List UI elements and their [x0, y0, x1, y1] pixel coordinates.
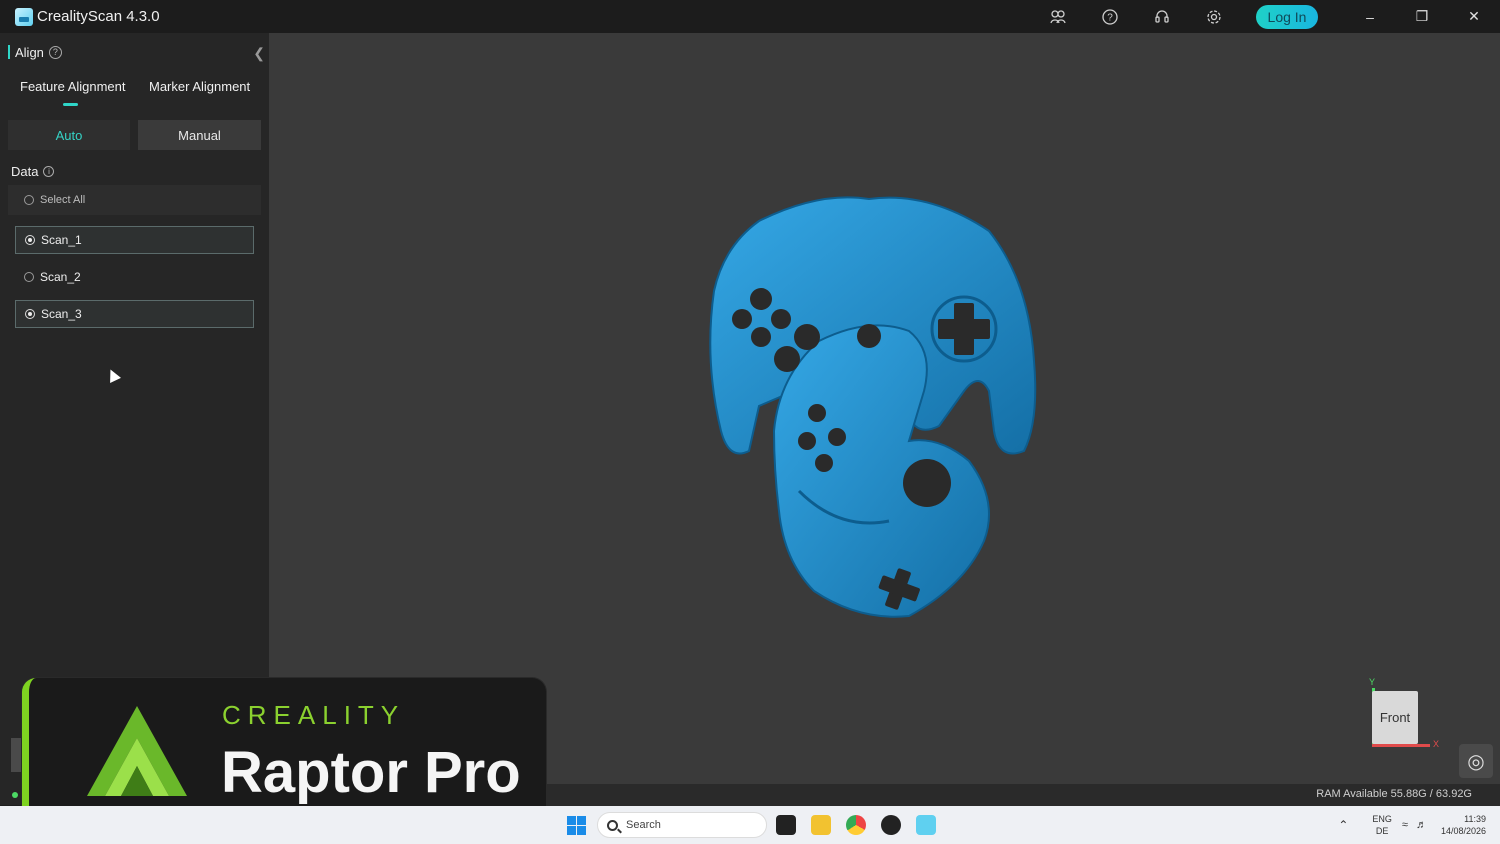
title-bar: CrealityScan 4.3.0 ? Log In – ❐ ✕: [0, 0, 1500, 33]
list-item-scan-3[interactable]: Scan_3: [15, 300, 254, 328]
active-tab-indicator: [63, 103, 78, 106]
crealityscan-app: CrealityScan 4.3.0 ? Log In – ❐ ✕ Align …: [0, 0, 1500, 844]
data-header: Data i: [11, 164, 55, 179]
taskbar-search-input[interactable]: Search: [597, 812, 767, 838]
close-icon[interactable]: ✕: [1448, 0, 1500, 33]
scan-label: Scan_3: [41, 307, 82, 321]
chevron-left-icon[interactable]: ❮: [253, 45, 265, 62]
clock[interactable]: 11:39 14/08/2026: [1441, 813, 1486, 837]
select-all-option[interactable]: Select All: [8, 185, 261, 215]
y-axis-label: Y: [1369, 677, 1376, 687]
manual-button[interactable]: Manual: [138, 120, 261, 150]
recenter-view-icon[interactable]: ◎: [1459, 744, 1493, 778]
app-logo-icon: [15, 7, 33, 26]
os-taskbar: Search ⌃ ENG DE ≈ ♬ 11:39 14/08/2026: [0, 806, 1500, 844]
alignment-tabs: Feature Alignment Marker Alignment: [8, 79, 261, 109]
view-cube[interactable]: Front: [1372, 691, 1418, 744]
brand-subtitle: CREALITY: [222, 700, 406, 730]
scanned-controller-model[interactable]: [699, 191, 1039, 621]
restore-icon[interactable]: ❐: [1396, 0, 1448, 33]
community-icon[interactable]: [1032, 0, 1084, 33]
select-all-label: Select All: [40, 194, 86, 206]
radio-checked-icon: [25, 235, 35, 245]
language-bottom: DE: [1375, 826, 1389, 836]
tab-marker-alignment[interactable]: Marker Alignment: [149, 79, 250, 94]
language-top: ENG: [1372, 814, 1392, 824]
app-icon[interactable]: [881, 815, 901, 835]
radio-icon: [24, 272, 34, 282]
help-icon[interactable]: ?: [1084, 0, 1136, 33]
wifi-icon[interactable]: ≈: [1402, 819, 1408, 831]
task-view-icon[interactable]: [776, 815, 796, 835]
data-label: Data: [11, 164, 39, 179]
clock-time: 11:39: [1464, 814, 1486, 824]
clock-date: 14/08/2026: [1440, 826, 1486, 836]
chevron-up-icon[interactable]: ⌃: [1338, 818, 1348, 832]
auto-button[interactable]: Auto: [8, 120, 130, 150]
system-tray: ⌃ ENG DE ≈ ♬ 11:39 14/08/2026: [1338, 810, 1486, 840]
help-icon[interactable]: ?: [48, 45, 62, 59]
language-indicator[interactable]: ENG DE: [1372, 813, 1392, 837]
scan-label: Scan_2: [40, 270, 81, 284]
panel-header: Align ?: [8, 43, 62, 61]
app-title: CrealityScan 4.3.0: [37, 8, 160, 25]
crealityscan-taskbar-icon[interactable]: [916, 815, 936, 835]
brand-title: Raptor Pro: [221, 740, 521, 805]
info-icon[interactable]: i: [43, 166, 55, 177]
creality-logo-icon: [87, 706, 187, 796]
radio-icon: [24, 195, 34, 205]
status-dot: [12, 792, 18, 798]
list-item-scan-1[interactable]: Scan_1: [15, 226, 254, 254]
svg-text:?: ?: [1107, 12, 1113, 23]
tab-feature-alignment[interactable]: Feature Alignment: [20, 79, 126, 94]
login-button[interactable]: Log In: [1256, 4, 1318, 29]
title-bar-actions: ? Log In – ❐ ✕: [1032, 0, 1500, 33]
minimize-icon[interactable]: –: [1344, 0, 1396, 33]
scan-label: Scan_1: [41, 233, 82, 247]
chrome-icon[interactable]: [846, 815, 866, 835]
x-axis-indicator: [1372, 744, 1430, 747]
windows-start-icon[interactable]: [567, 816, 586, 835]
search-placeholder: Search: [626, 819, 661, 831]
panel-title: Align: [15, 44, 44, 60]
volume-icon[interactable]: ♬: [1416, 819, 1427, 831]
mouse-cursor-icon: [105, 367, 121, 383]
ram-status: RAM Available 55.88G / 63.92G: [1316, 788, 1472, 800]
headset-icon[interactable]: [1136, 0, 1188, 33]
search-icon: [607, 819, 618, 831]
list-item-scan-2[interactable]: Scan_2: [15, 263, 254, 291]
x-axis-label: X: [1433, 739, 1440, 749]
gear-icon[interactable]: [1188, 0, 1240, 33]
header-accent-bar: [8, 45, 10, 59]
file-explorer-icon[interactable]: [811, 815, 831, 835]
3d-viewport[interactable]: Y X Front ◎: [269, 33, 1500, 784]
radio-checked-icon: [25, 309, 35, 319]
